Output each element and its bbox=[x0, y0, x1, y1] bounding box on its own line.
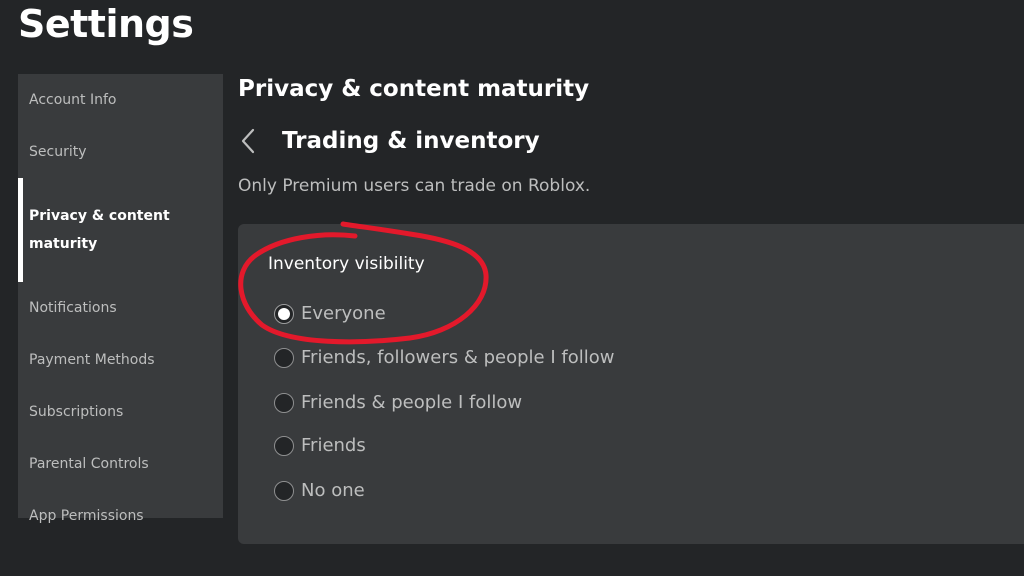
back-button[interactable] bbox=[238, 124, 268, 158]
sidebar-item-label: Notifications bbox=[29, 300, 117, 316]
inventory-visibility-label: Inventory visibility bbox=[268, 254, 425, 274]
radio-option-friends[interactable]: Friends bbox=[274, 435, 366, 456]
sidebar-item-label: Account Info bbox=[29, 92, 117, 108]
option-label: Friends, followers & people I follow bbox=[301, 347, 615, 368]
sidebar-item-security[interactable]: Security bbox=[18, 126, 223, 178]
radio-button[interactable] bbox=[274, 347, 294, 368]
radio-button[interactable] bbox=[274, 480, 294, 501]
radio-dot bbox=[278, 307, 290, 320]
option-label: Friends & people I follow bbox=[301, 392, 523, 413]
active-indicator bbox=[18, 178, 23, 282]
sidebar-item-privacy[interactable]: Privacy & content maturity bbox=[18, 178, 223, 282]
radio-option-friends-followers-following[interactable]: Friends, followers & people I follow bbox=[274, 347, 614, 368]
sidebar-item-label: Parental Controls bbox=[29, 456, 149, 472]
subheader: Trading & inventory bbox=[238, 124, 540, 158]
radio-button-checked[interactable] bbox=[274, 303, 294, 324]
sidebar-item-payment-methods[interactable]: Payment Methods bbox=[18, 334, 223, 386]
sub-title: Trading & inventory bbox=[282, 128, 540, 154]
settings-sidebar: Account Info Security Privacy & content … bbox=[18, 74, 223, 524]
radio-option-everyone[interactable]: Everyone bbox=[274, 303, 386, 324]
radio-option-friends-following[interactable]: Friends & people I follow bbox=[274, 392, 522, 413]
radio-button[interactable] bbox=[274, 392, 294, 413]
radio-button[interactable] bbox=[274, 435, 294, 456]
sidebar-item-label: Privacy & content maturity bbox=[29, 208, 170, 252]
premium-notice: Only Premium users can trade on Roblox. bbox=[238, 176, 591, 196]
option-label: Friends bbox=[301, 435, 366, 456]
sidebar-item-account-info[interactable]: Account Info bbox=[18, 74, 223, 126]
inventory-visibility-panel: Inventory visibility Everyone Friends, f… bbox=[238, 224, 1024, 544]
chevron-left-icon bbox=[241, 128, 255, 154]
sidebar-item-app-permissions[interactable]: App Permissions bbox=[18, 490, 223, 542]
sidebar-item-subscriptions[interactable]: Subscriptions bbox=[18, 386, 223, 438]
sidebar-item-label: Subscriptions bbox=[29, 404, 124, 420]
sidebar-item-label: App Permissions bbox=[29, 508, 144, 524]
sidebar-item-parental-controls[interactable]: Parental Controls bbox=[18, 438, 223, 490]
section-title: Privacy & content maturity bbox=[238, 76, 590, 102]
option-label: No one bbox=[301, 480, 365, 501]
page-title: Settings bbox=[18, 2, 194, 46]
radio-option-no-one[interactable]: No one bbox=[274, 480, 365, 501]
sidebar-item-notifications[interactable]: Notifications bbox=[18, 282, 223, 334]
sidebar-item-label: Security bbox=[29, 144, 87, 160]
option-label: Everyone bbox=[301, 303, 386, 324]
sidebar-item-label: Payment Methods bbox=[29, 352, 155, 368]
